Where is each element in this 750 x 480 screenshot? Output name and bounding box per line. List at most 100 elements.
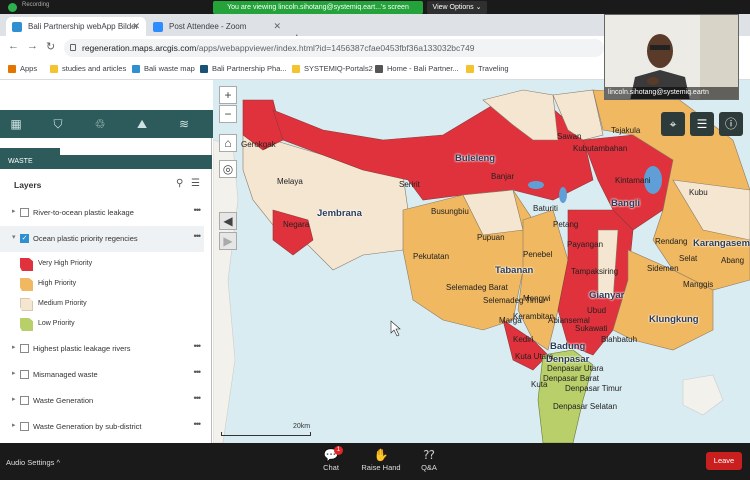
url-input[interactable]: regeneration.maps.arcgis.com/apps/webapp… xyxy=(64,39,604,57)
bag-widget-icon[interactable]: ⛉ xyxy=(50,116,66,132)
bookmark-apps[interactable]: Apps xyxy=(8,64,37,73)
previous-extent-icon[interactable]: ◀ xyxy=(219,212,237,230)
zoom-control-bar: Audio Settings ^ 💬 Chat 1 ✋ Raise Hand ⁇… xyxy=(0,443,750,480)
more-options-icon[interactable]: ••• xyxy=(194,231,202,241)
bookmark-traveling[interactable]: Traveling xyxy=(466,64,509,73)
participant-video[interactable]: lincoln.sihotang@systemiq.eartn xyxy=(604,14,739,100)
screen: Recording You are viewing lincoln.sihota… xyxy=(0,0,750,480)
layer-checkbox[interactable] xyxy=(20,370,29,379)
legend-swatch xyxy=(20,278,33,291)
map-label-gianyar: Gianyar xyxy=(589,290,625,301)
map-label-small: Melaya xyxy=(277,177,303,186)
raise-hand-button[interactable]: ✋ Raise Hand xyxy=(356,447,406,472)
search-icon[interactable]: ⚲ xyxy=(176,178,183,189)
layer-list-icon[interactable]: ☰ xyxy=(690,112,714,136)
layer-checkbox[interactable]: ✓ xyxy=(20,234,29,243)
map-label-karangasem: Karangasem xyxy=(693,238,750,249)
layer-row[interactable]: ▸ Waste Generation by sub-district ••• xyxy=(0,414,204,440)
map-label-small: Denpasar Selatan xyxy=(553,402,618,411)
basemap-gallery-icon[interactable]: ⌖ xyxy=(661,112,685,136)
map-label-small: Payangan xyxy=(567,240,604,249)
legend-swatch xyxy=(20,258,33,271)
forward-arrow-icon[interactable]: → xyxy=(27,40,38,52)
java-landmass xyxy=(213,139,239,443)
expand-icon[interactable]: ▸ xyxy=(12,369,16,377)
zoom-in-button[interactable]: + xyxy=(219,86,237,104)
browser-tab-zoom[interactable]: Post Attendee - Zoom ✕ xyxy=(147,17,287,36)
mouse-cursor-icon xyxy=(390,320,401,337)
layer-checkbox[interactable] xyxy=(20,208,29,217)
layer-label: River-to-ocean plastic leakage xyxy=(33,208,134,217)
layer-checkbox[interactable] xyxy=(20,422,29,431)
close-icon[interactable]: ✕ xyxy=(132,17,140,36)
layer-label: Waste Generation by sub-district xyxy=(33,422,142,431)
chat-button[interactable]: 💬 Chat xyxy=(306,447,356,472)
collapse-icon[interactable]: ▾ xyxy=(12,233,16,241)
audio-settings-button[interactable]: Audio Settings ^ xyxy=(6,458,60,467)
layer-checkbox[interactable] xyxy=(20,344,29,353)
map-label-small: Ubud xyxy=(587,306,607,315)
more-options-icon[interactable]: ••• xyxy=(194,341,202,351)
bookmark-studies[interactable]: studies and articles xyxy=(50,64,126,73)
expand-icon[interactable]: ▸ xyxy=(12,207,16,215)
map-label-small: Busungbiu xyxy=(431,207,469,216)
lake-shape xyxy=(528,181,544,189)
info-icon[interactable]: ⓘ xyxy=(719,112,743,136)
expand-icon[interactable]: ▸ xyxy=(12,395,16,403)
filter-icon[interactable]: ☰ xyxy=(191,178,200,189)
layer-row[interactable]: ▸ River-to-ocean plastic leakage ••• xyxy=(0,200,204,226)
url-host: regeneration.maps.arcgis.com xyxy=(82,43,197,53)
view-options-button[interactable]: View Options ⌄ xyxy=(427,1,487,14)
map-label-small: Gerokgak xyxy=(241,140,276,149)
map-label-small: Kintamani xyxy=(615,176,651,185)
qa-button[interactable]: ⁇ Q&A xyxy=(404,447,454,472)
more-options-icon[interactable]: ••• xyxy=(194,419,202,429)
site-icon xyxy=(200,65,208,73)
locate-icon[interactable]: ◎ xyxy=(219,160,237,178)
layer-row[interactable]: ▸ Mismanaged waste ••• xyxy=(0,362,204,388)
map-label-tabanan: Tabanan xyxy=(495,265,534,276)
leave-button[interactable]: Leave xyxy=(706,452,742,470)
recycle-widget-icon[interactable]: ♲ xyxy=(92,116,108,132)
layer-row[interactable]: ▸ Waste Generation ••• xyxy=(0,388,204,414)
map-widget-icon[interactable]: ▦ xyxy=(8,116,24,132)
bookmark-bali-waste-map[interactable]: Bali waste map xyxy=(132,64,195,73)
map-label-buleleng: Buleleng xyxy=(455,153,496,164)
close-icon[interactable]: ✕ xyxy=(273,17,281,36)
map-label-small: Tampaksiring xyxy=(571,267,619,276)
legend-label: High Priority xyxy=(38,280,77,287)
map-label-small: Kubu xyxy=(689,188,708,197)
reload-icon[interactable]: ↻ xyxy=(46,40,55,53)
layer-row[interactable]: ▸ Highest plastic leakage rivers ••• xyxy=(0,336,204,362)
layer-row[interactable]: ▾ ✓ Ocean plastic priority regencies ••• xyxy=(0,226,204,252)
next-extent-icon[interactable]: ▶ xyxy=(219,232,237,250)
map-label-small: Sidemen xyxy=(647,264,679,273)
more-options-icon[interactable]: ••• xyxy=(194,205,202,215)
expand-icon[interactable]: ▸ xyxy=(12,343,16,351)
map-label-small: Penebel xyxy=(523,250,553,259)
chat-label: Chat xyxy=(323,463,339,472)
browser-tab-webapp[interactable]: Bali Partnership webApp Bilder ✕ xyxy=(6,17,146,36)
map-view[interactable]: Buleleng Jembrana Tabanan Bangli Karanga… xyxy=(213,80,750,443)
home-icon[interactable]: ⌂ xyxy=(219,134,237,152)
map-label-small: Pupuan xyxy=(477,233,505,242)
bookmark-label: Traveling xyxy=(478,64,509,73)
hand-icon: ✋ xyxy=(373,448,389,462)
bookmark-label: Home - Bali Partner... xyxy=(387,64,459,73)
lock-icon[interactable] xyxy=(70,44,76,51)
zoom-out-button[interactable]: − xyxy=(219,105,237,123)
wind-widget-icon[interactable]: ≋ xyxy=(176,116,192,132)
bookmark-systemiq[interactable]: SYSTEMIQ-Portals2 xyxy=(292,64,373,73)
more-options-icon[interactable]: ••• xyxy=(194,367,202,377)
back-arrow-icon[interactable]: ← xyxy=(8,40,19,52)
map-label-small: Mengwi xyxy=(523,294,551,303)
bookmark-bali-partnership[interactable]: Bali Partnership Pha... xyxy=(200,64,287,73)
widget-toolbar: ▦ ⛉ ♲ ⛰ ≋ xyxy=(0,110,213,138)
layer-checkbox[interactable] xyxy=(20,396,29,405)
folder-icon xyxy=(50,65,58,73)
bookmark-home-bali[interactable]: Home - Bali Partner... xyxy=(375,64,459,73)
map-label-small: Sawan xyxy=(557,132,582,141)
landscape-widget-icon[interactable]: ⛰ xyxy=(134,116,150,132)
more-options-icon[interactable]: ••• xyxy=(194,393,202,403)
expand-icon[interactable]: ▸ xyxy=(12,421,16,429)
